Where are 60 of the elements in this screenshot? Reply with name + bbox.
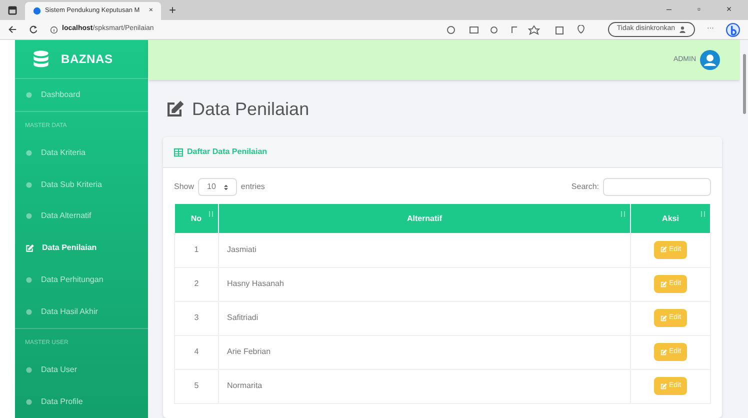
page-title: Data Penilaian — [192, 98, 310, 121]
sidebar-item[interactable]: Data Alternatif — [15, 200, 148, 232]
edit-icon — [660, 382, 667, 390]
edit-icon — [660, 280, 667, 288]
new-tab-button[interactable]: + — [169, 1, 176, 19]
menu-item-icon — [25, 398, 33, 406]
scrollbar[interactable] — [740, 40, 748, 418]
edit-icon — [660, 246, 667, 254]
refresh-icon[interactable] — [29, 25, 38, 34]
search-field[interactable] — [603, 178, 711, 196]
tab-actions-icon[interactable] — [8, 6, 17, 14]
menu-item-icon — [25, 148, 33, 157]
sidebar-item[interactable]: Data Kriteria — [15, 136, 148, 169]
menu-item-icon — [25, 180, 33, 189]
card-title: Daftar Data Penilaian — [187, 146, 268, 158]
sidebar-item[interactable]: Data User — [15, 354, 148, 386]
table-cell: Arie Febrian — [218, 335, 630, 369]
brand-name: BAZNAS — [61, 50, 113, 68]
sidebar-item[interactable]: Dashboard — [15, 78, 148, 111]
avatar-icon[interactable] — [700, 50, 720, 70]
window-control[interactable]: – — [658, 3, 680, 17]
window-control[interactable]: ▫ — [688, 3, 710, 17]
window-control[interactable]: × — [718, 3, 740, 17]
column-header[interactable]: Aksi — [630, 204, 710, 233]
menu-item-icon — [25, 90, 33, 99]
sidebar-item[interactable]: Data Profile — [15, 386, 148, 418]
table-cell: 5 — [174, 369, 218, 403]
table-cell: Hasny Hasanah — [218, 267, 630, 301]
table-cell: Jasmiati — [218, 233, 630, 267]
sidebar-item[interactable]: Data Penilaian — [15, 232, 148, 264]
person-icon — [679, 26, 686, 33]
edit-icon — [660, 314, 667, 322]
table-cell: 4 — [174, 335, 218, 369]
menu-item-icon — [25, 212, 33, 220]
menu-item-icon — [25, 308, 33, 316]
table-cell: 3 — [174, 301, 218, 335]
table-cell: Safitriadi — [218, 301, 630, 335]
entries-label: entries — [240, 181, 265, 193]
edit-icon — [660, 348, 667, 356]
edit-icon — [165, 100, 184, 119]
sidebar-item[interactable]: Data Sub Kriteria — [15, 168, 148, 200]
table-cell: Normarita — [218, 369, 630, 403]
sidebar-item[interactable]: Data Perhitungan — [15, 264, 148, 296]
menu-item-icon — [25, 366, 33, 374]
back-icon[interactable] — [8, 25, 17, 34]
table-icon — [174, 148, 183, 156]
info-icon — [50, 26, 58, 34]
show-label: Show — [174, 181, 194, 193]
edit-icon — [25, 244, 34, 253]
menu-item-icon — [25, 276, 33, 284]
column-header[interactable]: Alternatif — [218, 204, 630, 233]
column-header[interactable]: No — [174, 204, 218, 233]
sidebar-item[interactable]: Data Hasil Akhir — [15, 296, 148, 328]
table-cell: 2 — [174, 267, 218, 301]
table-cell: 1 — [174, 233, 218, 267]
select-caret-icon — [224, 184, 228, 190]
copilot-icon[interactable] — [726, 22, 740, 36]
search-label: Search: — [571, 181, 599, 193]
entries-select[interactable]: 10 — [198, 178, 237, 196]
database-icon — [33, 50, 49, 68]
